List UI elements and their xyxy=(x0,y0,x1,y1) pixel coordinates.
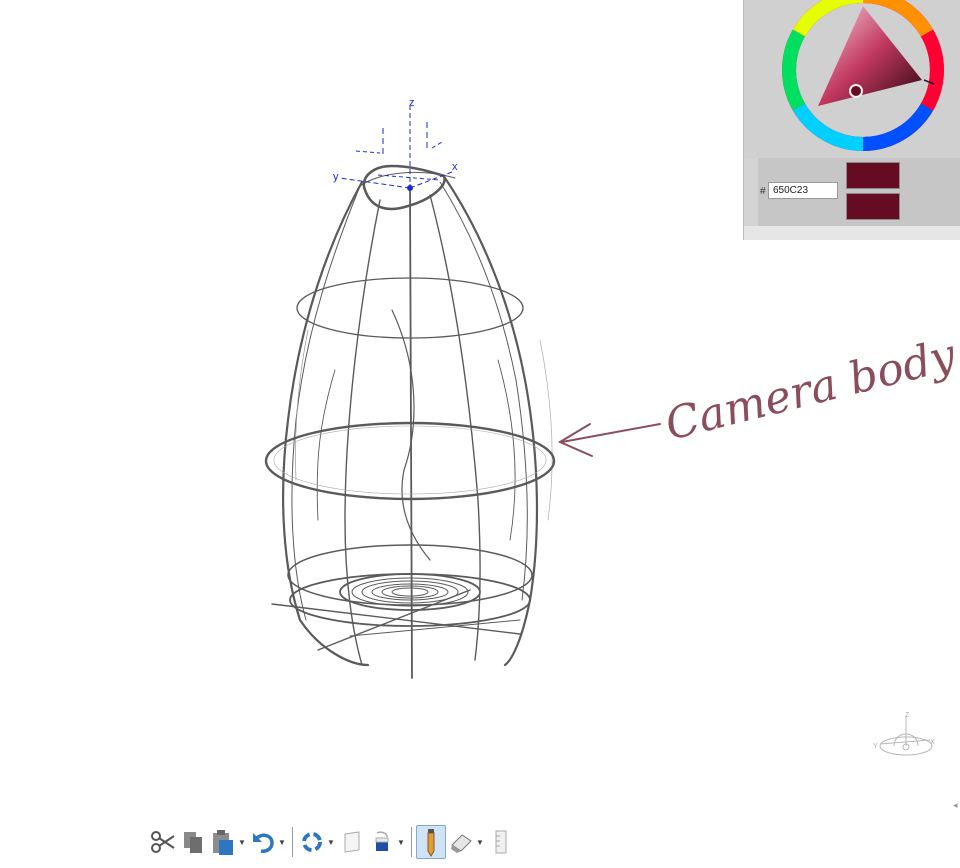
nav-cube[interactable]: Z Y X xyxy=(870,708,940,764)
current-color-swatch[interactable] xyxy=(846,162,900,189)
copy-icon xyxy=(184,832,202,853)
color-wheel-area xyxy=(744,0,960,158)
paste-icon xyxy=(213,830,234,855)
copy-button[interactable] xyxy=(178,825,208,859)
ruler-button[interactable] xyxy=(486,825,516,859)
color-picker-panel: # xyxy=(743,0,960,240)
previous-color-swatch[interactable] xyxy=(846,193,900,220)
annotation-text: Camera body xyxy=(660,329,960,451)
chevron-down-icon[interactable]: ▼ xyxy=(278,838,286,847)
cut-button[interactable] xyxy=(148,825,178,859)
axis-label-y: y xyxy=(333,171,339,183)
layer-icon xyxy=(344,831,360,853)
bottom-toolbar: ▼ ▼ ▼ ▼ ▼ xyxy=(148,823,516,861)
undo-button[interactable]: ▼ xyxy=(248,825,288,859)
camera-body-sketch xyxy=(264,164,556,679)
chevron-down-icon[interactable]: ▼ xyxy=(397,838,405,847)
axis-label-z: z xyxy=(409,97,415,109)
ruler-icon xyxy=(495,830,507,854)
hex-hash-label: # xyxy=(760,186,766,197)
paste-button[interactable]: ▼ xyxy=(208,825,248,859)
eraser-icon xyxy=(451,834,472,853)
rotate-view-button[interactable]: ▼ xyxy=(297,825,337,859)
cut-icon xyxy=(151,831,175,853)
pencil-icon xyxy=(427,829,435,857)
fill-icon xyxy=(375,831,389,851)
pencil-button[interactable] xyxy=(416,825,446,859)
fill-button[interactable]: ▼ xyxy=(367,825,407,859)
nav-cube-label-z: Z xyxy=(905,712,910,719)
chevron-down-icon[interactable]: ▼ xyxy=(238,838,246,847)
chevron-down-icon[interactable]: ▼ xyxy=(476,838,484,847)
layer-button[interactable] xyxy=(337,825,367,859)
axis-label-x: x xyxy=(452,161,458,173)
nav-cube-label-x: X xyxy=(930,739,935,746)
color-wheel[interactable] xyxy=(778,0,948,164)
rotate-view-icon xyxy=(302,832,323,852)
chevron-down-icon[interactable]: ▼ xyxy=(327,838,335,847)
hex-input[interactable] xyxy=(768,182,838,199)
edge-scroll-arrow[interactable]: ◂ xyxy=(953,800,958,811)
axis-gizmo[interactable] xyxy=(339,105,453,191)
nav-cube-label-y: Y xyxy=(873,743,878,750)
toolbar-separator xyxy=(292,827,293,857)
annotation-arrow xyxy=(557,423,661,457)
panel-footer xyxy=(744,226,960,240)
undo-icon xyxy=(253,833,274,853)
hex-area: # xyxy=(758,158,960,226)
toolbar-separator xyxy=(411,827,412,857)
eraser-button[interactable]: ▼ xyxy=(446,825,486,859)
